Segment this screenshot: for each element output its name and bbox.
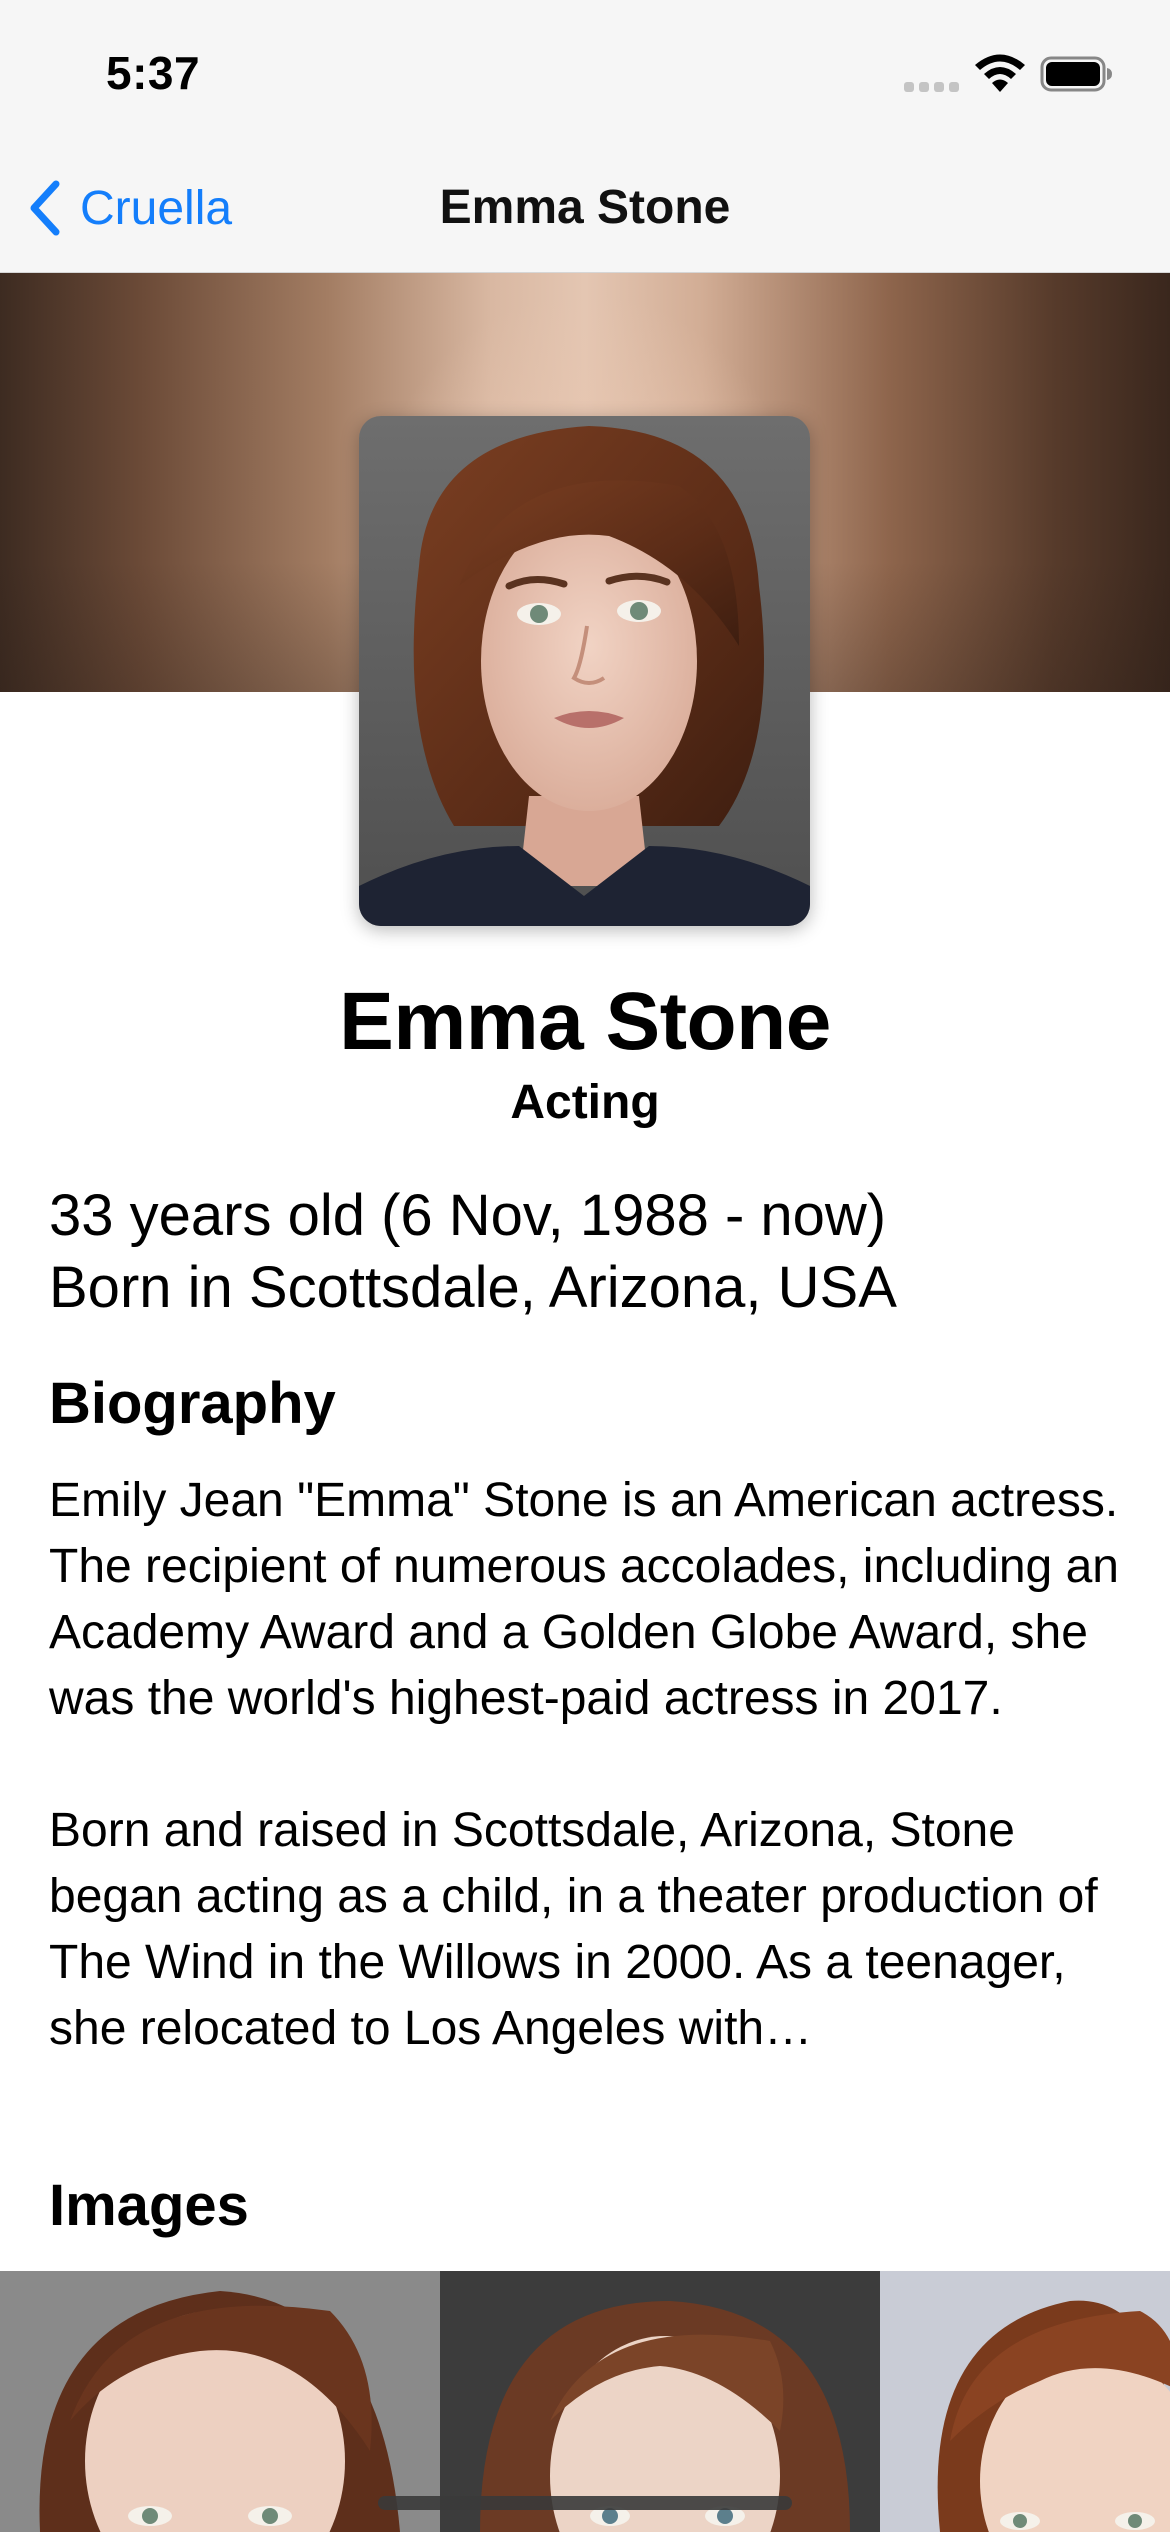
- images-heading: Images: [49, 2173, 249, 2238]
- home-indicator[interactable]: [378, 2496, 792, 2510]
- person-role: Acting: [510, 1076, 660, 1129]
- back-button[interactable]: Cruella: [24, 176, 232, 240]
- chevron-left-icon: [30, 180, 60, 236]
- birthplace-text: Born in Scottsdale, Arizona, USA: [49, 1255, 897, 1320]
- wifi-icon: [975, 54, 1025, 92]
- battery-icon: [1040, 56, 1112, 92]
- images-carousel[interactable]: [0, 2271, 1170, 2532]
- image-thumbnail[interactable]: [880, 2271, 1170, 2532]
- cellular-signal-icon: [904, 82, 960, 92]
- image-thumbnail[interactable]: [440, 2271, 880, 2532]
- back-label: Cruella: [80, 181, 233, 235]
- navigation-bar: Emma Stone Cruella: [0, 150, 1170, 273]
- age-text: 33 years old (6 Nov, 1988 - now): [49, 1183, 887, 1248]
- profile-photo: [359, 416, 810, 926]
- biography-text[interactable]: Emily Jean "Emma" Stone is an American a…: [49, 1468, 1129, 2062]
- person-name: Emma Stone: [339, 976, 831, 1067]
- status-time: 5:37: [106, 47, 201, 99]
- status-bar: 5:37: [0, 0, 1170, 150]
- biography-heading: Biography: [49, 1371, 336, 1436]
- image-thumbnail[interactable]: [0, 2271, 440, 2532]
